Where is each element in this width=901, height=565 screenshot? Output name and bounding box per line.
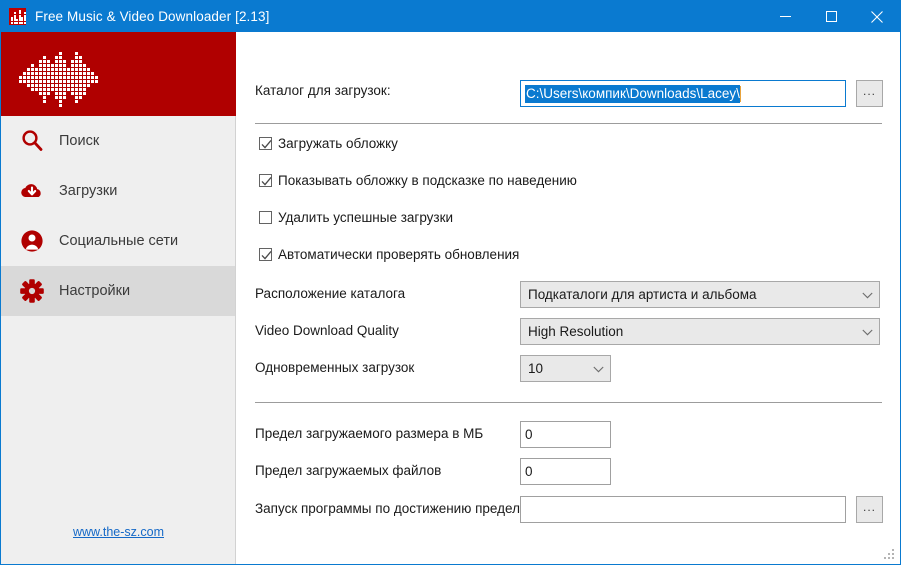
sidebar-item-label: Социальные сети — [59, 233, 179, 249]
size-limit-label-row: Предел загружаемого размера в МБ — [255, 426, 483, 441]
file-limit-label: Предел загружаемых файлов — [255, 463, 442, 478]
checkbox-show-cover-tooltip[interactable]: Показывать обложку в подсказке по наведе… — [259, 173, 577, 188]
website-link[interactable]: www.the-sz.com — [1, 525, 236, 539]
download-dir-value: C:\Users\компик\Downloads\Lacey\ — [525, 84, 740, 103]
separator-bottom — [255, 402, 882, 403]
file-limit-value: 0 — [525, 464, 533, 479]
gear-icon — [15, 274, 49, 308]
cloud-download-icon — [15, 174, 49, 208]
sidebar: Поиск Загрузки Социальные сети Настройки… — [1, 32, 236, 564]
maximize-button[interactable] — [808, 1, 854, 32]
checkbox-label: Удалить успешные загрузки — [278, 210, 454, 225]
app-icon — [9, 8, 26, 25]
download-dir-browse-button[interactable]: ... — [856, 80, 883, 107]
dir-layout-label: Расположение каталога — [255, 286, 406, 301]
dir-layout-select[interactable]: Подкаталоги для артиста и альбома — [520, 281, 880, 308]
download-dir-label: Каталог для загрузок: — [255, 83, 391, 98]
chevron-down-icon — [862, 287, 873, 302]
checkbox-delete-successful[interactable]: Удалить успешные загрузки — [259, 210, 453, 225]
user-icon — [15, 224, 49, 258]
size-limit-input[interactable]: 0 — [520, 421, 611, 448]
checkbox-auto-check-updates[interactable]: Автоматически проверять обновления — [259, 247, 519, 262]
dir-layout-value: Подкаталоги для артиста и альбома — [528, 287, 757, 302]
title-bar[interactable]: Free Music & Video Downloader [2.13] — [1, 1, 900, 32]
checkbox-download-cover[interactable]: Загружать обложку — [259, 136, 398, 151]
run-program-label: Запуск программы по достижению предела — [255, 501, 528, 516]
checkbox-box[interactable] — [259, 137, 272, 150]
audio-waveform-logo — [19, 48, 98, 107]
checkbox-box[interactable] — [259, 211, 272, 224]
concurrent-downloads-label-row: Одновременных загрузок — [255, 360, 414, 375]
concurrent-downloads-select[interactable]: 10 — [520, 355, 611, 382]
run-program-browse-button[interactable]: ... — [856, 496, 883, 523]
checkbox-box[interactable] — [259, 248, 272, 261]
concurrent-downloads-value: 10 — [528, 361, 544, 376]
checkbox-box[interactable] — [259, 174, 272, 187]
chevron-down-icon — [593, 361, 604, 376]
run-program-label-row: Запуск программы по достижению предела — [255, 501, 527, 516]
checkbox-label: Показывать обложку в подсказке по наведе… — [278, 173, 577, 188]
size-limit-label: Предел загружаемого размера в МБ — [255, 426, 484, 441]
video-quality-label-row: Video Download Quality — [255, 323, 399, 338]
browse-button-label: ... — [862, 83, 876, 98]
window-title: Free Music & Video Downloader [2.13] — [35, 9, 270, 24]
sidebar-item-settings[interactable]: Настройки — [1, 266, 235, 316]
sidebar-item-label: Поиск — [59, 133, 100, 149]
close-button[interactable] — [854, 1, 900, 32]
download-dir-input[interactable]: C:\Users\компик\Downloads\Lacey\ — [520, 80, 846, 107]
window-controls — [762, 1, 900, 32]
chevron-down-icon — [862, 324, 873, 339]
sidebar-item-label: Настройки — [59, 283, 131, 299]
run-program-input[interactable] — [520, 496, 846, 523]
sidebar-item-downloads[interactable]: Загрузки — [1, 166, 235, 216]
file-limit-input[interactable]: 0 — [520, 458, 611, 485]
browse-button-label: ... — [862, 499, 876, 514]
download-dir-label-row: Каталог для загрузок: — [255, 83, 391, 98]
text-caret — [739, 85, 741, 102]
separator-top — [255, 123, 882, 124]
application-window: Free Music & Video Downloader [2.13] Пои… — [0, 0, 901, 565]
dir-layout-label-row: Расположение каталога — [255, 286, 405, 301]
minimize-button[interactable] — [762, 1, 808, 32]
resize-grip[interactable] — [884, 549, 896, 561]
sidebar-item-social[interactable]: Социальные сети — [1, 216, 235, 266]
size-limit-value: 0 — [525, 427, 533, 442]
video-quality-value: High Resolution — [528, 324, 624, 339]
settings-pane: Каталог для загрузок: C:\Users\компик\Do… — [237, 32, 900, 564]
sidebar-nav: Поиск Загрузки Социальные сети Настройки — [1, 116, 235, 316]
concurrent-downloads-label: Одновременных загрузок — [255, 360, 415, 375]
checkbox-label: Автоматически проверять обновления — [278, 247, 520, 262]
sidebar-item-search[interactable]: Поиск — [1, 116, 235, 166]
sidebar-item-label: Загрузки — [59, 183, 118, 199]
file-limit-label-row: Предел загружаемых файлов — [255, 463, 441, 478]
checkbox-label: Загружать обложку — [278, 136, 398, 151]
video-quality-label: Video Download Quality — [255, 323, 399, 338]
brand-logo-panel — [1, 32, 236, 116]
video-quality-select[interactable]: High Resolution — [520, 318, 880, 345]
search-icon — [15, 124, 49, 158]
